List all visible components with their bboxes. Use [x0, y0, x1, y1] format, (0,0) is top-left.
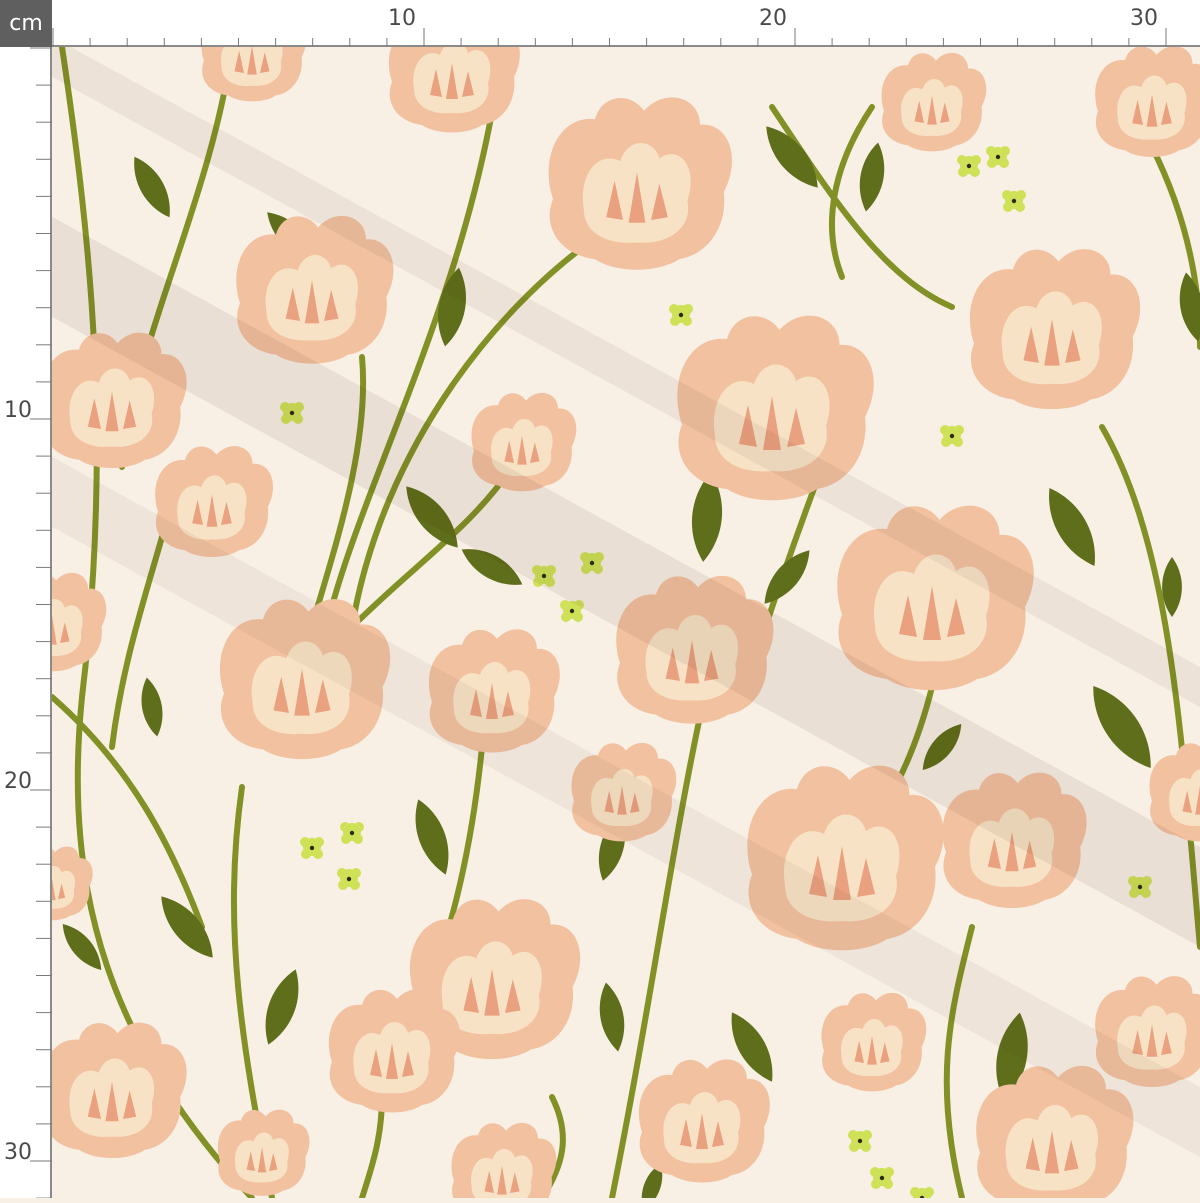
ruler-left: 10 20 30: [0, 47, 52, 1199]
ruler-top-label-10: 10: [388, 6, 416, 31]
small-yellow-flower: [870, 1167, 894, 1189]
small-yellow-flower: [337, 868, 361, 890]
small-yellow-flower: [1002, 190, 1026, 212]
small-yellow-flower: [669, 304, 693, 326]
ruler-left-ticks: [30, 47, 52, 1199]
small-yellow-flower: [300, 837, 324, 859]
small-yellow-flower: [957, 155, 981, 177]
fabric-pattern-preview: [52, 47, 1200, 1198]
ruler-left-label-20: 20: [4, 769, 32, 794]
small-yellow-flower: [848, 1130, 872, 1152]
peach-flower: [1095, 47, 1200, 157]
ruler-left-label-30: 30: [4, 1140, 32, 1165]
ruler-unit-label: cm: [0, 0, 52, 47]
small-yellow-flower: [940, 425, 964, 447]
ruler-top-label-20: 20: [759, 6, 787, 31]
fabric-pattern: [52, 47, 1200, 1198]
ruler-top: 10 20 30: [52, 0, 1200, 47]
small-yellow-flower: [910, 1187, 934, 1198]
small-yellow-flower: [340, 822, 364, 844]
ruler-left-label-10: 10: [4, 398, 32, 423]
small-yellow-flower: [986, 146, 1010, 168]
ruler-top-ticks: [52, 28, 1167, 47]
ruler-top-label-30: 30: [1130, 6, 1158, 31]
